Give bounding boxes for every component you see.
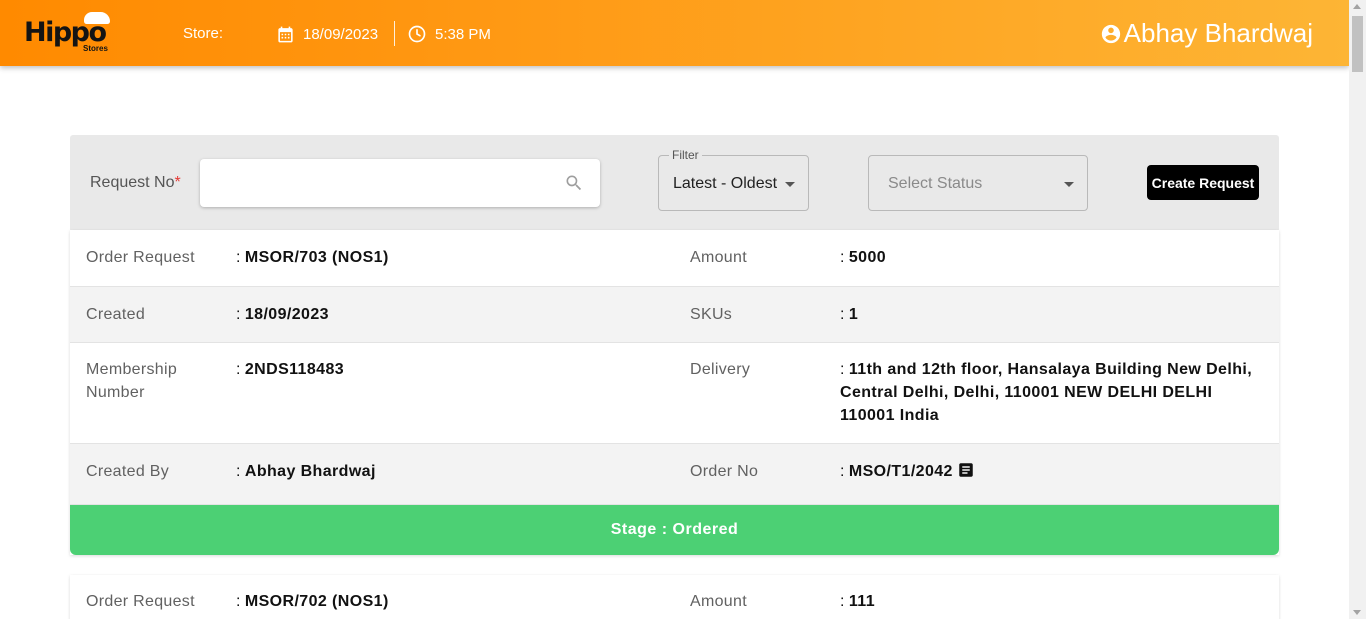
created-value: :18/09/2023 — [236, 306, 329, 323]
chevron-down-icon — [785, 182, 795, 187]
request-search-box[interactable] — [200, 159, 600, 207]
order-no-value: : MSO/T1/2042 — [840, 460, 1260, 483]
order-request-value: : MSOR/703 (NOS1) — [236, 249, 389, 266]
order-row-request: Order Request : MSOR/703 (NOS1) Amount :5… — [70, 230, 1279, 287]
status-placeholder: Select Status — [888, 175, 983, 192]
time-text: 5:38 PM — [435, 25, 491, 43]
scroll-up-arrow-icon[interactable] — [1353, 4, 1361, 9]
store-label: Store: — [183, 25, 224, 42]
order-row-created-by: Created By : Abhay Bhardwaj Order No : MSO… — [70, 444, 1279, 505]
amount-value: :111 — [840, 593, 875, 610]
scroll-down-arrow-icon[interactable] — [1353, 610, 1361, 615]
membership-value: :2NDS118483 — [236, 361, 345, 378]
request-no-label-text: Request No — [90, 174, 175, 191]
amount-value: :5000 — [840, 249, 887, 266]
user-menu[interactable]: Abhay Bhardwaj — [1100, 18, 1313, 49]
filter-selected-value: Latest - Oldest — [673, 175, 778, 192]
amount-label: Amount — [690, 593, 747, 610]
filter-bar: Request No* Filter Latest - Oldest Selec… — [70, 135, 1279, 230]
calendar-icon — [278, 26, 293, 42]
membership-label: Membership Number — [86, 361, 178, 401]
order-row-created: Created :18/09/2023 SKUs :1 — [70, 287, 1279, 343]
order-request-label: Order Request — [86, 249, 195, 266]
created-label: Created — [86, 306, 146, 323]
filter-legend: Filter — [669, 148, 702, 162]
request-no-label: Request No* — [90, 174, 181, 192]
header-date: 18/09/2023 — [276, 22, 378, 46]
order-card: Order Request : MSOR/702 (NOS1) Amount :1… — [70, 575, 1279, 619]
header-divider — [394, 21, 395, 46]
order-no-label: Order No — [690, 463, 759, 480]
logo-subtext: Stores — [83, 44, 108, 53]
order-card: Order Request : MSOR/703 (NOS1) Amount :5… — [70, 230, 1279, 555]
skus-label: SKUs — [690, 306, 733, 323]
order-request-value: : MSOR/702 (NOS1) — [236, 593, 389, 610]
amount-label: Amount — [690, 249, 747, 266]
clock-icon — [408, 25, 426, 43]
create-request-button[interactable]: Create Request — [1147, 165, 1259, 200]
page-scrollbar[interactable] — [1349, 0, 1366, 619]
search-icon[interactable] — [564, 173, 584, 193]
order-row-request: Order Request : MSOR/702 (NOS1) Amount :1… — [70, 575, 1279, 619]
request-search-input[interactable] — [212, 169, 552, 197]
skus-value: :1 — [840, 306, 859, 323]
delivery-label: Delivery — [690, 361, 751, 378]
user-circle-icon — [1101, 24, 1120, 43]
status-select[interactable]: Select Status — [868, 155, 1088, 211]
user-name: Abhay Bhardwaj — [1123, 18, 1313, 48]
stage-status-bar: Stage : Ordered — [70, 505, 1279, 555]
scrollbar-thumb[interactable] — [1352, 16, 1363, 72]
document-icon[interactable] — [957, 461, 975, 479]
hippo-stores-logo[interactable]: Hippo Stores — [24, 12, 116, 56]
date-text: 18/09/2023 — [303, 25, 379, 43]
created-by-label: Created By — [86, 463, 170, 480]
order-request-label: Order Request — [86, 593, 195, 610]
required-star: * — [174, 174, 181, 191]
delivery-value: :11th and 12th floor, Hansalaya Building… — [840, 361, 1253, 424]
order-row-membership: Membership Number :2NDS118483 Delivery :… — [70, 343, 1279, 444]
header-time: 5:38 PM — [407, 22, 491, 46]
created-by-value: : Abhay Bhardwaj — [236, 463, 376, 480]
sort-filter-select[interactable]: Filter Latest - Oldest — [658, 148, 809, 211]
chevron-down-icon — [1064, 182, 1074, 187]
top-header: Hippo Stores Store: 18/09/2023 5:38 PM A… — [0, 0, 1349, 66]
